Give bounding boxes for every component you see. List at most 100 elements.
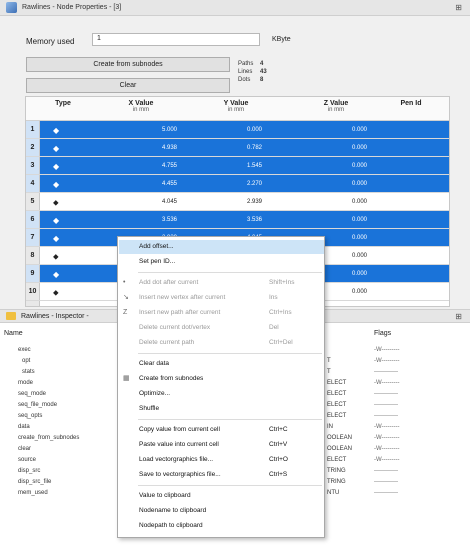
x-value[interactable]: 4.455 bbox=[106, 175, 177, 193]
inspector-prop-disp-src-file[interactable]: disp_src_file bbox=[18, 479, 51, 485]
table-row[interactable]: 6 ◆ 3.536 3.536 0.000 bbox=[26, 211, 449, 229]
inspector-prop-data[interactable]: data bbox=[18, 424, 30, 430]
menu-item-insert-new-path-after-current[interactable]: Z Insert new path after current Ctrl+Ins bbox=[119, 306, 324, 320]
y-value[interactable]: 3.536 bbox=[192, 211, 262, 229]
inspector-prop-seq-file-mode[interactable]: seq_file_mode bbox=[18, 402, 57, 408]
row-number[interactable]: 6 bbox=[26, 211, 40, 228]
dots-count: 8 bbox=[260, 77, 264, 83]
row-number[interactable]: 2 bbox=[26, 139, 40, 156]
col-x[interactable]: X Value in mm bbox=[96, 100, 186, 114]
row-number[interactable]: 7 bbox=[26, 229, 40, 246]
z-value[interactable]: 0.000 bbox=[297, 175, 367, 193]
x-value[interactable]: 4.938 bbox=[106, 139, 177, 157]
col-type[interactable]: Type bbox=[48, 100, 78, 107]
z-value[interactable]: 0.000 bbox=[297, 121, 367, 139]
y-value[interactable]: 0.782 bbox=[192, 139, 262, 157]
inspector-prop-seq-opts[interactable]: seq_opts bbox=[18, 413, 42, 419]
menu-item-paste-value-into-current-cell[interactable]: Paste value into current cell Ctrl+V bbox=[119, 438, 324, 452]
menu-item-label: Create from subnodes bbox=[139, 375, 204, 382]
menu-item-insert-new-vertex-after-current[interactable]: ↘ Insert new vertex after current Ins bbox=[119, 291, 324, 305]
menu-item-set-pen-id[interactable]: Set pen ID... bbox=[119, 255, 324, 269]
col-y[interactable]: Y Value in mm bbox=[191, 100, 281, 114]
inspector-prop-stats[interactable]: stats bbox=[22, 369, 35, 375]
row-number[interactable]: 5 bbox=[26, 193, 40, 210]
row-number[interactable]: 3 bbox=[26, 157, 40, 174]
menu-item-label: Optimize... bbox=[139, 390, 171, 397]
row-number[interactable]: 11 bbox=[26, 301, 40, 306]
inspector-prop-source[interactable]: source bbox=[18, 457, 36, 463]
menu-item-label: Paste value into current cell bbox=[139, 441, 219, 448]
z-value[interactable]: 0.000 bbox=[297, 193, 367, 211]
inspector-prop-opt[interactable]: opt bbox=[22, 358, 30, 364]
col-pen-id[interactable]: Pen Id bbox=[371, 100, 449, 107]
menu-item-load-vectorgraphics-file[interactable]: Load vectorgraphics file... Ctrl+O bbox=[119, 453, 324, 467]
y-value[interactable]: 2.270 bbox=[192, 175, 262, 193]
dock-pin-icon[interactable]: ⊞ bbox=[455, 312, 462, 321]
inspector-prop-create-from-subnodes[interactable]: create_from_subnodes bbox=[18, 435, 79, 441]
menu-separator bbox=[138, 353, 322, 354]
inspector-prop-mode[interactable]: mode bbox=[18, 380, 33, 386]
x-value[interactable]: 4.755 bbox=[106, 157, 177, 175]
window-title: Rawlines - Node Properties - [3] bbox=[22, 4, 122, 11]
stats-panel: Paths 4 Lines 43 Dots 8 bbox=[238, 60, 267, 84]
folder-icon bbox=[6, 312, 16, 320]
y-value[interactable]: 0.000 bbox=[192, 121, 262, 139]
menu-item-optimize[interactable]: Optimize... bbox=[119, 387, 324, 401]
inspector-flags: -W--------- bbox=[374, 435, 400, 441]
row-number[interactable]: 1 bbox=[26, 121, 40, 138]
y-value[interactable]: 1.545 bbox=[192, 157, 262, 175]
menu-item-label: Clear data bbox=[139, 360, 169, 367]
x-value[interactable]: 5.000 bbox=[106, 121, 177, 139]
menu-item-clear-data[interactable]: Clear data bbox=[119, 357, 324, 371]
menu-item-delete-current-path[interactable]: Delete current path Ctrl+Del bbox=[119, 336, 324, 350]
menu-item-add-dot-after-current[interactable]: • Add dot after current Shift+Ins bbox=[119, 276, 324, 290]
inspector-prop-disp-src[interactable]: disp_src bbox=[18, 468, 40, 474]
menu-item-nodename-to-clipboard[interactable]: Nodename to clipboard bbox=[119, 504, 324, 518]
table-row[interactable]: 4 ◆ 4.455 2.270 0.000 bbox=[26, 175, 449, 193]
menu-item-copy-value-from-current-cell[interactable]: Copy value from current cell Ctrl+C bbox=[119, 423, 324, 437]
z-value[interactable]: 0.000 bbox=[297, 139, 367, 157]
inspector-type: NTU bbox=[327, 490, 340, 496]
menu-item-label: Save to vectorgraphics file... bbox=[139, 471, 221, 478]
z-value[interactable]: 0.000 bbox=[297, 157, 367, 175]
menu-item-shuffle[interactable]: Shuffle bbox=[119, 402, 324, 416]
menu-item-value-to-clipboard[interactable]: Value to clipboard bbox=[119, 489, 324, 503]
menu-item-label: Insert new path after current bbox=[139, 309, 221, 316]
table-row[interactable]: 1 ◆ 5.000 0.000 0.000 bbox=[26, 121, 449, 139]
inspector-prop-seq-mode[interactable]: seq_mode bbox=[18, 391, 46, 397]
menu-item-shortcut: Shift+Ins bbox=[269, 279, 295, 286]
row-number[interactable]: 10 bbox=[26, 283, 40, 300]
col-z[interactable]: Z Value in mm bbox=[291, 100, 381, 114]
menu-item-nodepath-to-clipboard[interactable]: Nodepath to clipboard bbox=[119, 519, 324, 533]
inspector-flags: -W--------- bbox=[374, 424, 400, 430]
memory-used-field[interactable]: 1 bbox=[92, 33, 260, 46]
table-row[interactable]: 2 ◆ 4.938 0.782 0.000 bbox=[26, 139, 449, 157]
inspector-prop-exec[interactable]: exec bbox=[18, 347, 31, 353]
row-number[interactable]: 4 bbox=[26, 175, 40, 192]
x-value[interactable]: 4.045 bbox=[106, 193, 177, 211]
x-value[interactable]: 3.536 bbox=[106, 211, 177, 229]
inspector-flags: ------------ bbox=[374, 468, 398, 474]
menu-item-label: Shuffle bbox=[139, 405, 160, 412]
inspector-prop-clear[interactable]: clear bbox=[18, 446, 31, 452]
vertex-type-icon: ◆ bbox=[53, 270, 60, 279]
memory-unit: KByte bbox=[272, 36, 291, 43]
menu-item-create-from-subnodes[interactable]: ▦ Create from subnodes bbox=[119, 372, 324, 386]
table-row[interactable]: 3 ◆ 4.755 1.545 0.000 bbox=[26, 157, 449, 175]
row-number[interactable]: 8 bbox=[26, 247, 40, 264]
y-value[interactable]: 2.939 bbox=[192, 193, 262, 211]
menu-item-save-to-vectorgraphics-file[interactable]: Save to vectorgraphics file... Ctrl+S bbox=[119, 468, 324, 482]
table-row[interactable]: 5 ⬥ 4.045 2.939 0.000 bbox=[26, 193, 449, 211]
inspector-prop-mem-used[interactable]: mem_used bbox=[18, 490, 48, 496]
inspector-type: IN bbox=[327, 424, 333, 430]
row-number[interactable]: 9 bbox=[26, 265, 40, 282]
menu-item-delete-current-dot-vertex[interactable]: Delete current dot/vertex Del bbox=[119, 321, 324, 335]
create-from-subnodes-button[interactable]: Create from subnodes bbox=[26, 57, 230, 72]
z-value[interactable]: 0.000 bbox=[297, 211, 367, 229]
menu-item-shortcut: Ctrl+V bbox=[269, 441, 288, 448]
pin-icon[interactable]: ⊞ bbox=[455, 3, 462, 12]
menu-item-add-offset[interactable]: Add offset... bbox=[119, 240, 324, 254]
menu-item-shortcut: Ctrl+C bbox=[269, 426, 288, 433]
clear-button[interactable]: Clear bbox=[26, 78, 230, 93]
vertex-type-icon: ◆ bbox=[53, 144, 60, 153]
